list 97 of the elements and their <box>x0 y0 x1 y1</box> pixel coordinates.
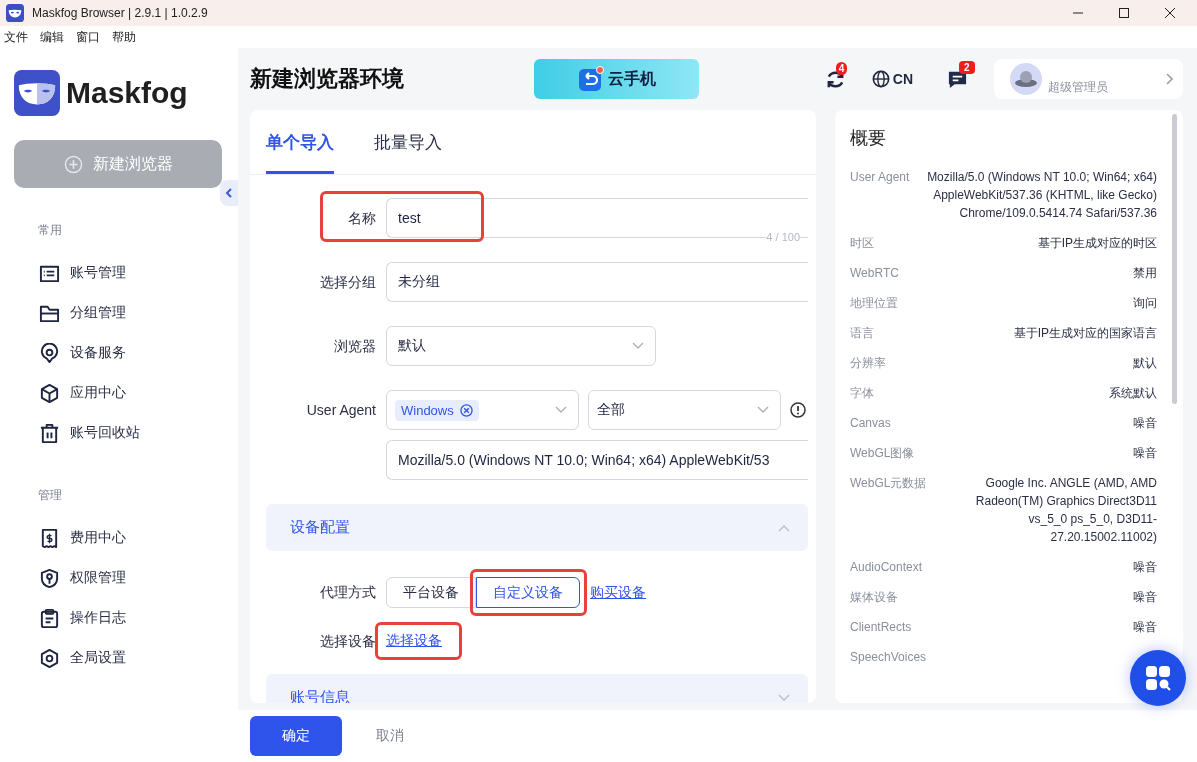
window-title: Maskfog Browser | 2.9.1 | 1.0.2.9 <box>32 6 208 20</box>
avatar-icon <box>1010 63 1042 95</box>
field-label: 选择设备 <box>319 632 376 651</box>
chevron-down-icon <box>555 406 567 414</box>
field-label: 选择分组 <box>319 273 376 292</box>
character-counter: 4 / 100 <box>766 231 800 243</box>
mask-logo-icon <box>14 70 60 116</box>
property-label: 时区 <box>850 235 874 252</box>
menu-item[interactable]: 窗口 <box>76 28 100 46</box>
plus-icon <box>63 154 83 174</box>
property-value: 系统默认 <box>1109 385 1157 402</box>
section-header[interactable]: 设备配置 <box>266 504 808 551</box>
menu-item[interactable]: 编辑 <box>40 28 64 46</box>
browser-select[interactable]: 默认 <box>386 326 656 366</box>
receipt-icon <box>39 527 60 549</box>
tab[interactable]: 单个导入 <box>266 110 334 174</box>
user-role: 超级管理员 <box>1048 78 1109 96</box>
trash-icon <box>39 422 60 444</box>
sidebar-item[interactable]: 应用中心 <box>14 373 222 413</box>
property-label: WebGL图像 <box>850 445 915 462</box>
buy-device-link[interactable]: 购买设备 <box>590 583 646 602</box>
sidebar-item[interactable]: 费用中心 <box>14 518 222 558</box>
property-label: WebGL元数据 <box>850 475 927 492</box>
property-value: 噪音 <box>1133 559 1157 576</box>
menu-item[interactable]: 文件 <box>4 28 28 46</box>
property-label: AudioContext <box>850 559 923 576</box>
sidebar-item[interactable]: 全局设置 <box>14 638 222 678</box>
property-label: User Agent <box>850 169 910 186</box>
info-icon[interactable] <box>790 402 806 418</box>
property-value: 默认 <box>1133 355 1157 372</box>
user-agent-field[interactable]: Mozilla/5.0 (Windows NT 10.0; Win64; x64) AppleWebKit/53 <box>386 440 808 480</box>
sidebar-item[interactable]: 账号管理 <box>14 253 222 293</box>
property-value: 噪音 <box>1133 445 1157 462</box>
apps-grid-icon <box>1145 665 1171 691</box>
property-label: 语言 <box>850 325 874 342</box>
settings-icon <box>39 647 60 669</box>
section-heading: 常用 <box>38 222 63 239</box>
page-title: 新建浏览器环境 <box>250 65 405 93</box>
segment-button[interactable]: 自定义设备 <box>476 577 580 608</box>
property-label: ClientRects <box>850 619 912 636</box>
panel-title: 概要 <box>850 127 887 150</box>
property-label: 地理位置 <box>850 295 898 312</box>
field-label: 代理方式 <box>319 583 376 602</box>
sidebar-item[interactable]: 权限管理 <box>14 558 222 598</box>
property-value: 噪音 <box>1133 415 1157 432</box>
os-select[interactable]: Windows <box>386 390 579 430</box>
field-label: User Agent <box>305 401 376 420</box>
clipboard-icon <box>39 607 60 629</box>
property-value: 噪音 <box>1133 619 1157 636</box>
cloud-phone-banner[interactable]: 云手机 <box>534 59 699 99</box>
clear-icon[interactable] <box>459 403 473 417</box>
chevron-left-icon <box>225 188 233 198</box>
sidebar-item[interactable]: 账号回收站 <box>14 413 222 453</box>
property-label: 字体 <box>850 385 874 402</box>
property-label: WebRTC <box>850 265 899 282</box>
group-field[interactable]: 未分组 <box>386 262 808 302</box>
cube-icon <box>39 382 60 404</box>
segment-button[interactable]: 平台设备 <box>386 577 476 608</box>
collapse-button[interactable] <box>220 180 238 206</box>
property-value: 询问 <box>1133 295 1157 312</box>
property-value: 噪音 <box>1133 589 1157 606</box>
property-value: 禁用 <box>1133 265 1157 282</box>
sidebar-item[interactable]: 设备服务 <box>14 333 222 373</box>
property-label: Canvas <box>850 415 891 432</box>
select-device-link[interactable]: 选择设备 <box>386 632 442 650</box>
maximize-icon[interactable] <box>1119 8 1129 18</box>
sidebar-item[interactable]: 操作日志 <box>14 598 222 638</box>
property-value: Mozilla/5.0 (Windows NT 10.0; Win64; x64) AppleWebKit/537.36 (KHTML, like Gecko) Chrome/109.0.5414.74 Safari/537.36 <box>926 169 1157 222</box>
logo-text: Maskfog <box>66 76 188 110</box>
location-pin-icon <box>39 342 60 364</box>
property-value: Google Inc. ANGLE (AMD, AMD Radeon(TM) Graphics Direct3D11 vs_5_0 ps_5_0, D3D11-27.20.15002.11002) <box>974 475 1157 546</box>
language-button[interactable]: CN <box>871 70 913 88</box>
windows-tag[interactable]: Windows <box>395 399 479 421</box>
section-heading: 管理 <box>38 487 63 504</box>
app-logo-icon <box>6 4 24 22</box>
chevron-down-icon <box>632 342 644 350</box>
confirm-button[interactable]: 确定 <box>250 716 342 756</box>
menu-item[interactable]: 帮助 <box>112 28 136 46</box>
chevron-down-icon <box>757 406 769 414</box>
tab[interactable]: 批量导入 <box>374 110 442 174</box>
notification-badge: 4 <box>835 61 848 75</box>
field-label: 名称 <box>347 209 376 228</box>
version-select[interactable]: 全部 <box>588 390 781 430</box>
globe-icon <box>871 70 890 88</box>
phone-app-icon <box>577 66 604 92</box>
property-label: SpeechVoices <box>850 649 927 666</box>
close-icon[interactable] <box>1165 8 1175 18</box>
property-value: 基于IP生成对应的国家语言 <box>1013 325 1157 342</box>
sidebar-item[interactable]: 分组管理 <box>14 293 222 333</box>
property-value: 基于IP生成对应的时区 <box>1037 235 1157 252</box>
chevron-right-icon <box>1165 73 1173 85</box>
property-label: 媒体设备 <box>850 589 898 606</box>
notification-badge: 2 <box>959 60 975 74</box>
user-card[interactable]: 超级管理员 <box>994 59 1183 99</box>
field-label: 浏览器 <box>333 337 376 356</box>
shield-icon <box>39 567 60 589</box>
property-label: 分辨率 <box>850 355 886 372</box>
